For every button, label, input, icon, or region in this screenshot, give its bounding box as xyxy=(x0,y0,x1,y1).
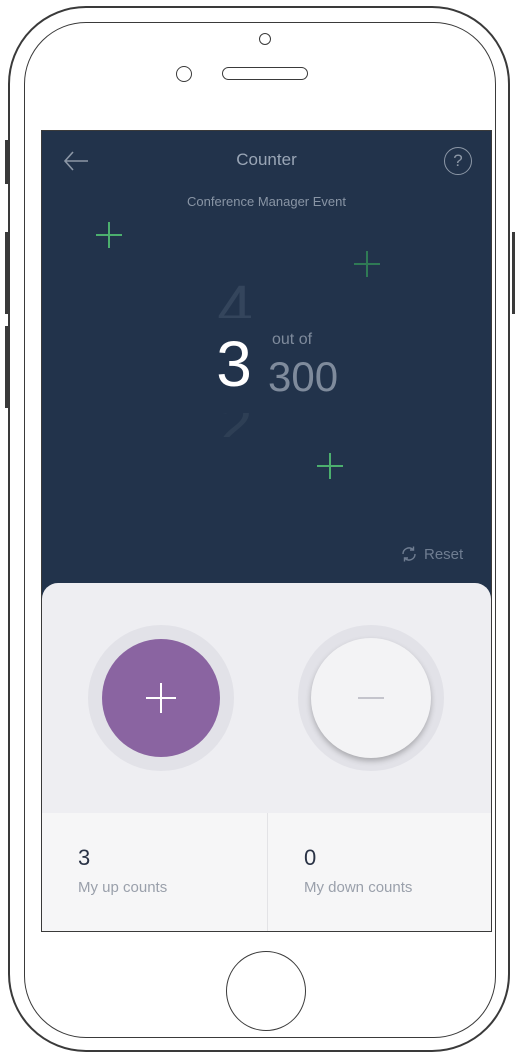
my-stats: 3 My up counts 0 My down counts xyxy=(42,813,491,931)
down-counts-stat: 0 My down counts xyxy=(268,813,491,931)
down-counts-label: My down counts xyxy=(304,879,413,896)
decrement-halo xyxy=(298,625,444,771)
current-count: 3 xyxy=(216,328,252,400)
earpiece-speaker xyxy=(222,67,308,80)
question-circle-icon[interactable]: ? xyxy=(444,147,472,175)
plus-icon xyxy=(146,683,176,713)
previous-count-ghost: 2 xyxy=(210,413,260,437)
up-counts-label: My up counts xyxy=(78,879,168,896)
increment-halo xyxy=(88,625,234,771)
minus-icon xyxy=(358,697,384,699)
reset-label: Reset xyxy=(424,545,464,563)
volume-up-button xyxy=(5,232,8,314)
decorative-plus-icon xyxy=(317,453,343,479)
proximity-sensor xyxy=(176,66,192,82)
next-count-ghost: 4 xyxy=(217,276,253,318)
decrement-button[interactable] xyxy=(311,638,431,758)
down-counts-value: 0 xyxy=(304,845,317,870)
home-button[interactable] xyxy=(226,951,306,1031)
silent-switch xyxy=(5,140,8,184)
up-counts-value: 3 xyxy=(78,845,91,870)
increment-button[interactable] xyxy=(102,639,220,757)
front-camera xyxy=(259,33,271,45)
total-capacity: 300 xyxy=(268,353,339,400)
counter-panel: Counter ? Conference Manager Event 4 3 2… xyxy=(42,131,491,601)
event-name: Conference Manager Event xyxy=(187,194,346,209)
count-controls xyxy=(42,583,491,813)
out-of-label: out of xyxy=(272,331,313,348)
reset-button[interactable]: Reset xyxy=(400,545,463,563)
page-title: Counter xyxy=(236,150,297,169)
power-button xyxy=(512,232,515,314)
volume-down-button xyxy=(5,326,8,408)
decorative-plus-icon xyxy=(96,222,122,248)
up-counts-stat: 3 My up counts xyxy=(42,813,267,931)
refresh-icon xyxy=(402,546,416,562)
decorative-plus-icon xyxy=(354,251,380,277)
app-screen: Counter ? Conference Manager Event 4 3 2… xyxy=(41,130,492,932)
